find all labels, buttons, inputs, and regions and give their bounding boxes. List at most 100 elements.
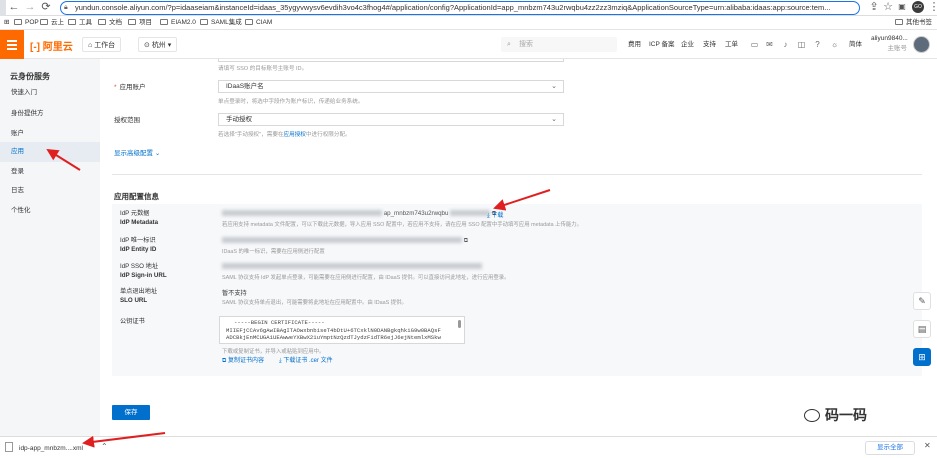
file-icon	[5, 442, 13, 452]
sidebar-item-logs[interactable]: 日志	[0, 181, 100, 201]
chevron-down-icon: ⌄	[551, 116, 557, 123]
link-icp[interactable]: ICP 备案	[649, 40, 675, 49]
link-enterprise[interactable]: 企业	[681, 40, 694, 49]
folder-icon	[14, 19, 22, 25]
sidebar-item-login[interactable]: 登录	[0, 162, 100, 182]
language-switch[interactable]: 简体	[849, 40, 862, 49]
extension-icon[interactable]: ▣	[896, 1, 908, 13]
workbench-button[interactable]: ⌂ 工作台	[82, 37, 122, 52]
more-menu-icon[interactable]: ⋮	[928, 1, 937, 13]
account-info[interactable]: aliyun9840... 主账号	[871, 34, 908, 54]
folder-icon	[40, 19, 48, 25]
folder-icon	[68, 19, 76, 25]
folder-icon	[128, 19, 136, 25]
bookmark-docs[interactable]: 文档	[98, 17, 122, 28]
copy-icon[interactable]: ⧉	[464, 237, 468, 244]
watermark: 码一码	[804, 405, 867, 425]
aliyun-logo[interactable]: [-] 阿里云	[30, 38, 73, 53]
bookmark-pop[interactable]: POP	[14, 17, 39, 28]
download-item-menu-icon[interactable]: ⌃	[101, 442, 108, 451]
search-input[interactable]: ⌕ 搜索	[501, 37, 617, 52]
mail-icon[interactable]: ✉	[765, 40, 774, 49]
menu-icon[interactable]	[0, 30, 24, 59]
metadata-label: IdP 元数据 IdP Metadata	[120, 210, 159, 226]
close-icon[interactable]: ✕	[924, 441, 931, 450]
account-hint: 单点登录时，将选中字段作为账户标识，传递给业务系统。	[218, 99, 364, 105]
account-label: * 应用账户	[114, 84, 146, 91]
region-selector[interactable]: ⊙ 杭州 ▾	[138, 37, 178, 52]
sso-value	[222, 263, 482, 270]
download-item[interactable]: idp-app_mnbzm....xml	[5, 442, 83, 455]
feedback-icon[interactable]: ▤	[913, 320, 931, 338]
apps-grid-icon[interactable]: ⊞	[913, 348, 931, 366]
link-ticket[interactable]: 工单	[725, 40, 738, 49]
bookmark-saml[interactable]: SAML集成	[200, 17, 242, 28]
sidebar-item-quickstart[interactable]: 快速入门	[0, 83, 100, 103]
help-icon[interactable]: ?	[813, 40, 822, 49]
show-advanced-link[interactable]: 显示高级配置 ⌄	[114, 147, 160, 157]
sidebar-item-accounts[interactable]: 账户	[0, 124, 100, 144]
metadata-download-link[interactable]: ⤓ 下载	[487, 210, 503, 220]
avatar[interactable]	[913, 36, 930, 53]
scope-select[interactable]: 手动授权 ⌄	[218, 113, 564, 126]
link-support[interactable]: 支持	[703, 40, 716, 49]
cert-hint: 下载或复制证书，并导入或粘贴到应用中。	[222, 349, 325, 355]
browser-chrome: ← → ⟳ 🔒︎ yundun.console.aliyun.com/?p=id…	[0, 0, 937, 30]
bell-icon[interactable]: ♪	[781, 40, 790, 49]
terminal-icon[interactable]: ▭	[750, 40, 759, 49]
chevron-down-icon: ⌄	[551, 83, 557, 90]
sso-label: IdP SSO 地址 IdP Sign-in URL	[120, 263, 167, 279]
entity-label: IdP 唯一标识 IdP Entity ID	[120, 237, 157, 253]
cert-textarea[interactable]: -----BEGIN CERTIFICATE----- MIIEFjCCAv6g…	[219, 316, 465, 344]
entity-value: ⧉	[222, 237, 468, 245]
download-cert-link[interactable]: ⤓ 下载证书 .cer 文件	[279, 355, 333, 365]
folder-icon	[98, 19, 106, 25]
account-select[interactable]: IDaaS账户名 ⌄	[218, 80, 564, 93]
folder-icon	[895, 19, 903, 25]
profile-avatar[interactable]: GO	[912, 1, 924, 13]
forward-icon[interactable]: →	[24, 1, 36, 13]
other-bookmarks[interactable]: 其他书签	[895, 17, 932, 28]
bulb-icon[interactable]: ☼	[830, 40, 839, 49]
app-authorization-link[interactable]: 应用授权	[284, 132, 306, 138]
share-icon[interactable]: ⇪	[868, 1, 880, 13]
url-text: yundun.console.aliyun.com/?p=idaaseiam&i…	[75, 3, 831, 12]
sidebar-item-personalize[interactable]: 个性化	[0, 201, 100, 221]
bookmark-projects[interactable]: 项目	[128, 17, 152, 28]
bookmark-ciam[interactable]: CIAM	[245, 17, 272, 28]
save-button[interactable]: 保存	[112, 405, 150, 420]
folder-icon	[200, 19, 208, 25]
download-bar: idp-app_mnbzm....xml ⌃ 显示全部 ✕	[0, 436, 937, 458]
back-icon[interactable]: ←	[8, 1, 20, 13]
edit-icon[interactable]: ✎	[913, 292, 931, 310]
link-billing[interactable]: 费用	[628, 40, 641, 49]
bookmark-eiam[interactable]: EIAM2.0	[160, 17, 196, 28]
scope-hint: 若选择"手动授权"，需要在应用授权中进行权限分配。	[218, 132, 351, 138]
copy-cert-link[interactable]: ⧉ 复制证书内容	[222, 355, 264, 365]
sidebar: 云身份服务 快速入门 身份提供方 账户 应用 登录 日志 个性化	[0, 59, 100, 436]
sidebar-item-idp[interactable]: 身份提供方	[0, 104, 100, 124]
account-role: 主账号	[887, 45, 908, 52]
bookmark-star-icon[interactable]: ☆	[882, 1, 894, 13]
show-all-button[interactable]: 显示全部	[865, 441, 915, 455]
account-name: aliyun9840...	[871, 35, 908, 42]
metadata-hint: 若应用支持 metadata 文件配置，可以下载此元数据，导入应用 SSO 配置…	[222, 222, 583, 228]
config-title: 应用配置信息	[114, 192, 159, 201]
bookmark-tools[interactable]: 工具	[68, 17, 92, 28]
metadata-value: ap_mnbzm743u2rwqbu ⧉	[222, 210, 496, 218]
folder-icon	[245, 19, 253, 25]
console-topbar: [-] 阿里云 ⌂ 工作台 ⊙ 杭州 ▾ ⌕ 搜索 费用 ICP 备案 企业 支持…	[0, 30, 937, 59]
prev-field-edge	[218, 59, 564, 62]
reload-icon[interactable]: ⟳	[40, 1, 52, 13]
sidebar-item-applications[interactable]: 应用	[0, 142, 100, 162]
apps-icon[interactable]: ⊞	[4, 17, 9, 28]
cart-icon[interactable]: ◫	[797, 40, 806, 49]
sso-hint: SAML 协议支持 IdP 发起单点登录，可能需要在应用侧进行配置，由 IDaa…	[222, 275, 510, 281]
divider	[112, 174, 922, 175]
cert-scrollbar[interactable]	[458, 320, 461, 328]
address-bar-row: ← → ⟳ 🔒︎ yundun.console.aliyun.com/?p=id…	[6, 0, 937, 16]
main-content: 请填写 SSO 的目标账号主账号 ID。 * 应用账户 IDaaS账户名 ⌄ 单点登…	[100, 59, 937, 436]
bookmark-cloud[interactable]: 云上	[40, 17, 64, 28]
lock-icon: 🔒︎	[64, 4, 68, 11]
url-input[interactable]: 🔒︎ yundun.console.aliyun.com/?p=idaaseia…	[60, 1, 860, 15]
